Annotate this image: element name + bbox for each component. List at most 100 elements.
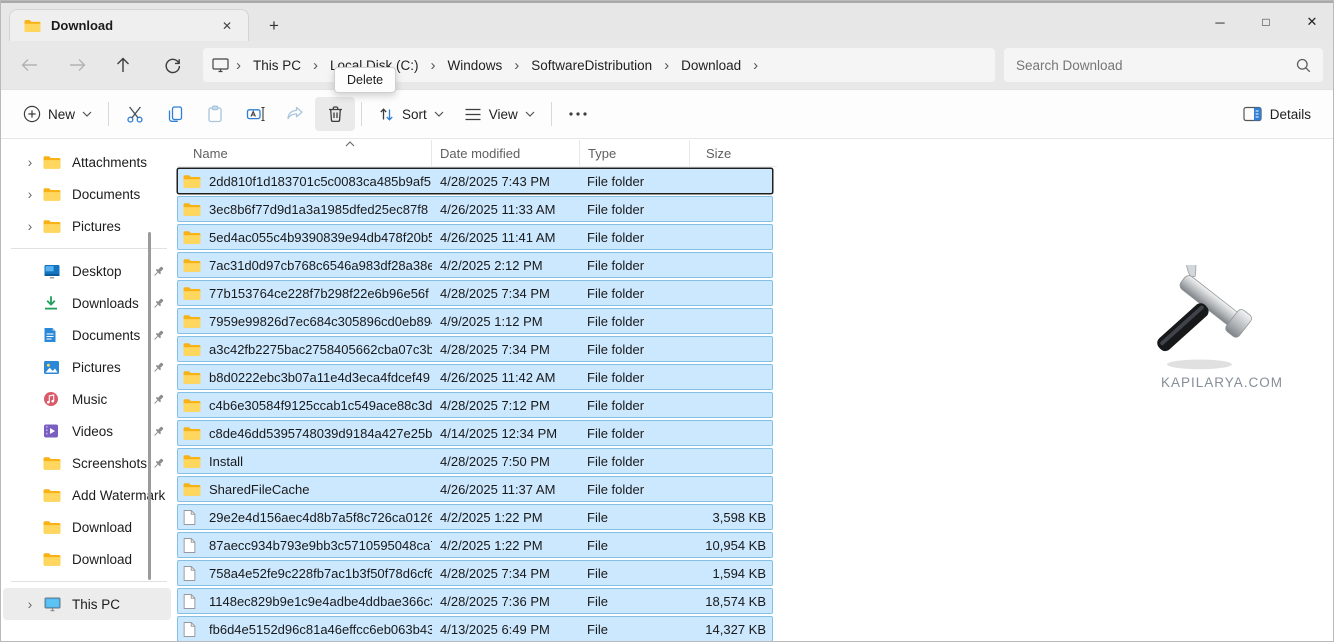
rename-button[interactable] bbox=[235, 97, 275, 131]
delete-button[interactable] bbox=[315, 97, 355, 131]
file-row[interactable]: fb6d4e5152d96c81a46effcc6eb063b438b6... … bbox=[177, 616, 773, 642]
file-name-cell: 5ed4ac055c4b9390839e94db478f20b5 bbox=[178, 229, 432, 245]
sidebar-quick-access-item[interactable]: Download bbox=[3, 511, 171, 543]
back-button[interactable] bbox=[13, 49, 45, 81]
file-row[interactable]: b8d0222ebc3b07a11e4d3eca4fdcef49 4/26/20… bbox=[177, 364, 773, 390]
sidebar-tree-item[interactable]: › Documents bbox=[3, 178, 171, 210]
file-row[interactable]: 29e2e4d156aec4d8b7a5f8c726ca01266274... … bbox=[177, 504, 773, 530]
folder-icon bbox=[43, 486, 63, 504]
breadcrumb-item[interactable]: Download bbox=[675, 54, 747, 77]
file-name-cell: 758a4e52fe9c228fb7ac1b3f50f78d6cf63d8... bbox=[178, 565, 432, 581]
maximize-button[interactable]: □ bbox=[1243, 3, 1289, 41]
file-row[interactable]: 3ec8b6f77d9d1a3a1985dfed25ec87f8 4/26/20… bbox=[177, 196, 773, 222]
breadcrumb-item[interactable]: Windows bbox=[442, 54, 509, 77]
folder-icon bbox=[43, 185, 63, 203]
search-icon[interactable] bbox=[1296, 58, 1311, 73]
window-controls: ─ □ ✕ bbox=[1197, 3, 1334, 41]
chevron-right-icon[interactable]: › bbox=[17, 218, 43, 234]
new-button-label: New bbox=[48, 107, 75, 122]
toolbar-divider bbox=[361, 102, 362, 126]
paste-button[interactable] bbox=[195, 97, 235, 131]
share-button[interactable] bbox=[275, 97, 315, 131]
view-button[interactable]: View bbox=[454, 97, 545, 131]
new-button[interactable]: New bbox=[13, 97, 102, 131]
desktop-icon bbox=[43, 262, 63, 280]
sidebar-quick-access-item[interactable]: Downloads bbox=[3, 287, 171, 319]
file-name-cell: 7959e99826d7ec684c305896cd0eb894 bbox=[178, 313, 432, 329]
cut-button[interactable] bbox=[115, 97, 155, 131]
column-header-name[interactable]: Name bbox=[177, 140, 431, 166]
file-rows: 2dd810f1d183701c5c0083ca485b9af5 4/28/20… bbox=[177, 168, 777, 642]
sidebar-quick-access-item[interactable]: Screenshots bbox=[3, 447, 171, 479]
file-row[interactable]: Install 4/28/2025 7:50 PM File folder bbox=[177, 448, 773, 474]
forward-button[interactable] bbox=[61, 49, 93, 81]
file-type: File bbox=[580, 622, 690, 637]
file-row[interactable]: 7959e99826d7ec684c305896cd0eb894 4/9/202… bbox=[177, 308, 773, 334]
breadcrumb-item[interactable]: This PC bbox=[247, 54, 307, 77]
breadcrumb-chevron-icon[interactable]: › bbox=[658, 57, 675, 74]
breadcrumb-chevron-icon[interactable]: › bbox=[425, 57, 442, 74]
refresh-button[interactable] bbox=[156, 49, 188, 81]
sidebar-item-this-pc[interactable]: › This PC bbox=[3, 588, 171, 620]
file-type: File folder bbox=[580, 174, 690, 189]
hammer-logo bbox=[1132, 265, 1312, 373]
close-button[interactable]: ✕ bbox=[1289, 3, 1334, 41]
sidebar-quick-access-item[interactable]: Pictures bbox=[3, 351, 171, 383]
file-date-modified: 4/9/2025 1:12 PM bbox=[432, 314, 580, 329]
file-date-modified: 4/28/2025 7:12 PM bbox=[432, 398, 580, 413]
file-name-cell: 29e2e4d156aec4d8b7a5f8c726ca01266274... bbox=[178, 509, 432, 525]
file-row[interactable]: c4b6e30584f9125ccab1c549ace88c3d 4/28/20… bbox=[177, 392, 773, 418]
file-row[interactable]: 87aecc934b793e9bb3c5710595048ca7a7c... 4… bbox=[177, 532, 773, 558]
breadcrumb-chevron-icon[interactable]: › bbox=[230, 57, 247, 74]
sidebar-item-label: Download bbox=[72, 552, 171, 567]
file-row[interactable]: a3c42fb2275bac2758405662cba07c3b 4/28/20… bbox=[177, 336, 773, 362]
file-row[interactable]: 77b153764ce228f7b298f22e6b96e56f 4/28/20… bbox=[177, 280, 773, 306]
chevron-right-icon[interactable]: › bbox=[17, 596, 43, 612]
file-type: File folder bbox=[580, 426, 690, 441]
tab-close-icon[interactable]: ✕ bbox=[216, 15, 238, 37]
sidebar-quick-access-item[interactable]: Documents bbox=[3, 319, 171, 351]
search-box[interactable] bbox=[1004, 48, 1323, 82]
address-bar[interactable]: ›This PC›Local Disk (C:)›Windows›Softwar… bbox=[203, 48, 995, 82]
file-size: 14,327 KB bbox=[690, 622, 776, 637]
file-row[interactable]: 5ed4ac055c4b9390839e94db478f20b5 4/26/20… bbox=[177, 224, 773, 250]
breadcrumb-chevron-icon[interactable]: › bbox=[307, 57, 324, 74]
folder-icon bbox=[183, 341, 201, 357]
folder-icon bbox=[183, 397, 201, 413]
column-header-size[interactable]: Size bbox=[689, 140, 775, 166]
minimize-button[interactable]: ─ bbox=[1197, 3, 1243, 41]
file-row[interactable]: 2dd810f1d183701c5c0083ca485b9af5 4/28/20… bbox=[177, 168, 773, 194]
details-pane-icon bbox=[1243, 106, 1263, 122]
file-row[interactable]: 1148ec829b9e1c9e4adbe4ddbae366c301b... 4… bbox=[177, 588, 773, 614]
sidebar-quick-access-item[interactable]: Add Watermark bbox=[3, 479, 171, 511]
column-header-date-modified[interactable]: Date modified bbox=[431, 140, 579, 166]
sidebar-quick-access-item[interactable]: Music bbox=[3, 383, 171, 415]
up-button[interactable] bbox=[107, 49, 139, 81]
file-name: Install bbox=[209, 454, 243, 469]
column-header-type[interactable]: Type bbox=[579, 140, 689, 166]
sidebar-quick-access-item[interactable]: Download bbox=[3, 543, 171, 575]
details-pane-button[interactable]: Details bbox=[1233, 97, 1321, 131]
sidebar-tree-item[interactable]: › Pictures bbox=[3, 210, 171, 242]
breadcrumb-item[interactable]: SoftwareDistribution bbox=[525, 54, 658, 77]
chevron-right-icon[interactable]: › bbox=[17, 186, 43, 202]
file-row[interactable]: c8de46dd5395748039d9184a427e25b9 4/14/20… bbox=[177, 420, 773, 446]
tab-download[interactable]: Download ✕ bbox=[9, 9, 249, 41]
sidebar-scrollbar[interactable] bbox=[148, 232, 151, 580]
more-options-button[interactable] bbox=[558, 97, 598, 131]
file-type: File bbox=[580, 594, 690, 609]
breadcrumb-chevron-icon[interactable]: › bbox=[747, 57, 764, 74]
new-tab-button[interactable]: + bbox=[261, 15, 287, 37]
file-row[interactable]: 758a4e52fe9c228fb7ac1b3f50f78d6cf63d8...… bbox=[177, 560, 773, 586]
sidebar-tree-item[interactable]: › Attachments bbox=[3, 146, 171, 178]
search-input[interactable] bbox=[1016, 58, 1296, 73]
sidebar-quick-access-item[interactable]: Desktop bbox=[3, 255, 171, 287]
sidebar-quick-access-item[interactable]: Videos bbox=[3, 415, 171, 447]
file-row[interactable]: 7ac31d0d97cb768c6546a983df28a38e 4/2/202… bbox=[177, 252, 773, 278]
delete-tooltip: Delete bbox=[334, 67, 396, 93]
sort-button[interactable]: Sort bbox=[368, 97, 454, 131]
breadcrumb-chevron-icon[interactable]: › bbox=[508, 57, 525, 74]
chevron-right-icon[interactable]: › bbox=[17, 154, 43, 170]
copy-button[interactable] bbox=[155, 97, 195, 131]
file-row[interactable]: SharedFileCache 4/26/2025 11:37 AM File … bbox=[177, 476, 773, 502]
